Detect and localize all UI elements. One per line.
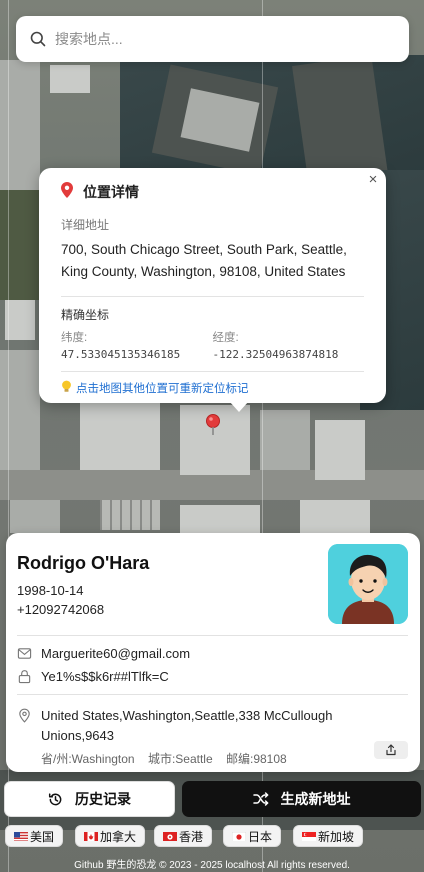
- search-input[interactable]: [55, 31, 375, 47]
- country-chip-us[interactable]: 美国: [5, 825, 64, 847]
- share-icon: [386, 744, 396, 756]
- address-meta: 省/州:Washington 城市:Seattle 邮编:98108: [41, 750, 408, 767]
- location-popup: × 位置详情 详细地址 700, South Chicago Street, S…: [39, 168, 386, 412]
- avatar: [328, 544, 408, 624]
- person-card: Rodrigo O'Hara 1998-10-14 +12092742068 M…: [6, 533, 420, 772]
- longitude-label: 经度:: [212, 332, 239, 344]
- mail-icon: [17, 648, 32, 659]
- footer-text: Github 野生的恐龙 © 2023 - 2025 localhost All…: [74, 860, 350, 871]
- us-flag-icon: [14, 831, 28, 841]
- country-chip-hk[interactable]: 香港: [154, 825, 213, 847]
- divider: [17, 635, 408, 636]
- latitude-value: 47.533045135346185: [61, 348, 181, 361]
- country-chip-sg[interactable]: 新加坡: [293, 825, 364, 847]
- bulb-icon: [61, 380, 72, 396]
- history-label: 历史记录: [75, 791, 131, 807]
- share-button[interactable]: [374, 741, 408, 759]
- email-row[interactable]: Marguerite60@gmail.com: [17, 646, 408, 661]
- password-value: Ye1%s$$k6r##lTlfk=C: [41, 669, 169, 684]
- country-label: 新加坡: [318, 829, 355, 844]
- close-icon[interactable]: ×: [366, 172, 380, 187]
- city-value: 城市:Seattle: [147, 752, 213, 766]
- coords: 纬度: 47.533045135346185 经度: -122.32504963…: [61, 329, 364, 361]
- zip-value: 邮编:98108: [225, 752, 287, 766]
- pin-icon: [61, 182, 73, 202]
- history-icon: [48, 792, 62, 805]
- lock-icon: [18, 670, 31, 684]
- state-value: 省/州:Washington: [41, 752, 135, 766]
- latitude-label: 纬度:: [61, 332, 88, 344]
- divider: [17, 694, 408, 695]
- generate-label: 生成新地址: [280, 791, 351, 807]
- sg-flag-icon: [302, 831, 316, 841]
- email-value: Marguerite60@gmail.com: [41, 646, 191, 661]
- search-bar[interactable]: [16, 16, 409, 62]
- divider: [61, 371, 364, 372]
- coords-label: 精确坐标: [61, 308, 110, 322]
- jp-flag-icon: [232, 831, 246, 841]
- country-chip-ca[interactable]: 加拿大: [75, 825, 146, 847]
- address-row[interactable]: United States,Washington,Seattle,338 McC…: [17, 706, 408, 767]
- search-icon: [30, 31, 46, 47]
- full-address: 700, South Chicago Street, South Park, S…: [61, 242, 347, 279]
- country-label: 加拿大: [100, 829, 137, 844]
- hk-flag-icon: [163, 831, 177, 841]
- country-label: 日本: [248, 829, 273, 844]
- generate-address-button[interactable]: 生成新地址: [182, 781, 421, 817]
- divider: [61, 296, 364, 297]
- longitude-value: -122.32504963874818: [212, 348, 339, 361]
- relocate-hint: 点击地图其他位置可重新定位标记: [61, 380, 364, 396]
- shuffle-icon: [252, 792, 268, 806]
- popup-title: 位置详情: [83, 184, 139, 200]
- country-chip-jp[interactable]: 日本: [223, 825, 282, 847]
- ca-flag-icon: [84, 831, 98, 841]
- history-button[interactable]: 历史记录: [4, 781, 175, 817]
- location-icon: [19, 708, 30, 723]
- person-address: United States,Washington,Seattle,338 McC…: [41, 708, 333, 743]
- country-label: 香港: [179, 829, 204, 844]
- country-label: 美国: [30, 829, 55, 844]
- hint-text: 点击地图其他位置可重新定位标记: [76, 383, 249, 395]
- popup-header: 位置详情: [61, 182, 364, 202]
- map-marker-icon[interactable]: [205, 414, 221, 436]
- address-label: 详细地址: [61, 218, 110, 232]
- password-row[interactable]: Ye1%s$$k6r##lTlfk=C: [17, 669, 408, 684]
